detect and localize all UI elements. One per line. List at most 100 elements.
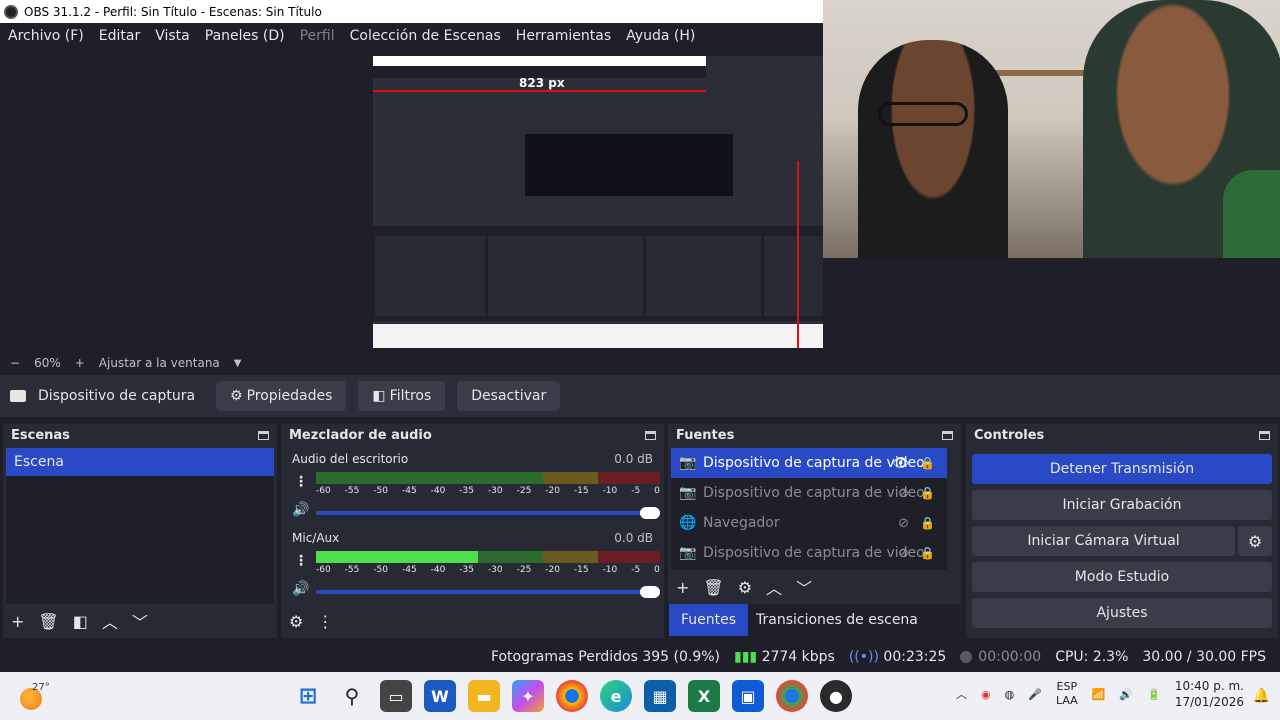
move-down-icon[interactable]: ﹀ (132, 609, 148, 633)
scene-filters-icon[interactable]: ◧ (73, 612, 88, 631)
camera-icon (10, 390, 26, 402)
volume-slider-handle[interactable] (640, 507, 660, 519)
channel-menu-icon[interactable]: ⋮ (294, 553, 308, 569)
lock-icon[interactable]: 🔒 (920, 516, 935, 530)
virtual-camera-settings-button[interactable]: ⚙ (1238, 526, 1272, 556)
scenes-dock-header: Escenas (3, 424, 277, 446)
obs-taskbar-icon[interactable]: ● (820, 680, 852, 712)
lock-icon[interactable]: 🔒 (920, 456, 935, 470)
add-scene-icon[interactable]: + (11, 612, 24, 631)
search-icon[interactable]: ⚲ (336, 680, 368, 712)
lock-icon[interactable]: 🔒 (920, 546, 935, 560)
copilot-icon[interactable]: ✦ (512, 680, 544, 712)
word-icon[interactable]: W (424, 680, 456, 712)
menu-vista[interactable]: Vista (155, 28, 197, 44)
lock-icon[interactable]: 🔒 (920, 486, 935, 500)
menu-editar[interactable]: Editar (99, 28, 147, 44)
notification-bell-icon[interactable]: 🔔 (1253, 688, 1270, 704)
broadcast-icon: ((•)) (848, 649, 879, 665)
app-icon[interactable]: ▣ (732, 680, 764, 712)
volume-slider-handle[interactable] (640, 586, 660, 598)
undock-icon[interactable] (942, 430, 953, 440)
preview-canvas[interactable]: 823 px (373, 56, 891, 348)
file-explorer-icon[interactable]: ▬ (468, 680, 500, 712)
edge-icon[interactable]: e (600, 680, 632, 712)
meter-scale: -60 -55 -50 -45 -40 -35 -30 -25 -20 -15 -10 -5 0 (316, 486, 660, 496)
record-dot-icon (960, 651, 973, 663)
source-item[interactable]: 📷 Dispositivo de captura de video ⊘ 🔒 (671, 478, 947, 508)
source-item[interactable]: 📷 Dispositivo de captura de video ⊘ 🔒 (671, 538, 947, 568)
volume-slider[interactable] (316, 586, 660, 598)
advanced-audio-gear-icon[interactable]: ⚙ (289, 612, 303, 631)
source-item[interactable]: 📷 Dispositivo de captura de video 👁 🔒 (671, 448, 947, 478)
source-label: Dispositivo de captura de video (703, 455, 925, 471)
undock-icon[interactable] (645, 430, 656, 440)
store-icon[interactable]: ▦ (644, 680, 676, 712)
battery-icon[interactable]: 🔋 (1147, 688, 1161, 701)
fit-to-window-label[interactable]: Ajustar a la ventana (99, 356, 220, 370)
menu-archivo[interactable]: Archivo (F) (8, 28, 91, 44)
time: 10:40 p. m. (1174, 679, 1244, 693)
add-source-icon[interactable]: + (676, 578, 689, 597)
source-item[interactable]: 🌐 Navegador ⊘ 🔒 (671, 508, 947, 538)
move-up-icon[interactable]: ︿ (766, 575, 782, 599)
volume-icon[interactable]: 🔊 (1119, 688, 1133, 701)
speaker-icon[interactable]: 🔊 (292, 581, 309, 597)
undock-icon[interactable] (258, 430, 269, 440)
properties-button[interactable]: ⚙ Propiedades (216, 381, 347, 411)
filter-icon: ◧ (372, 388, 386, 404)
start-recording-button[interactable]: Iniciar Grabación (972, 490, 1272, 520)
move-down-icon[interactable]: ﹀ (796, 575, 812, 599)
hidden-eye-icon[interactable]: ⊘ (898, 486, 909, 501)
menu-herramientas[interactable]: Herramientas (516, 28, 618, 44)
tray-app-icon[interactable]: ◉ (981, 688, 991, 701)
filters-button[interactable]: ◧ Filtros (358, 381, 446, 411)
wifi-icon[interactable]: 📶 (1092, 688, 1106, 701)
menu-coleccion-escenas[interactable]: Colección de Escenas (350, 28, 508, 44)
zoom-in-button[interactable]: + (75, 356, 85, 370)
deactivate-button[interactable]: Desactivar (457, 381, 561, 411)
menu-ayuda[interactable]: Ayuda (H) (626, 28, 702, 44)
windows-start-icon[interactable]: ⊞ (292, 680, 324, 712)
tray-overflow-icon[interactable]: ︿ (956, 686, 967, 702)
tab-sources[interactable]: Fuentes (669, 604, 749, 636)
visibility-eye-icon[interactable]: 👁 (892, 456, 909, 471)
excel-icon[interactable]: X (688, 680, 720, 712)
input-language[interactable]: ESP LAA (1056, 680, 1078, 708)
start-virtual-camera-button[interactable]: Iniciar Cámara Virtual (972, 526, 1235, 556)
chrome-profile-icon[interactable] (776, 680, 808, 712)
move-up-icon[interactable]: ︿ (102, 609, 118, 633)
mixer-menu-icon[interactable]: ⋮ (317, 612, 333, 631)
volume-slider[interactable] (316, 507, 660, 519)
chrome-icon[interactable] (556, 680, 588, 712)
title-bar: OBS 31.1.2 - Perfil: Sin Título - Escena… (0, 0, 823, 23)
task-view-icon[interactable]: ▭ (380, 680, 412, 712)
undock-icon[interactable] (1259, 430, 1270, 440)
sources-toolbar: + 🗑 ⚙ ︿ ﹀ (668, 570, 961, 604)
zoom-value: 60% (34, 356, 61, 370)
stop-stream-button[interactable]: Detener Transmisión (972, 454, 1272, 484)
remove-source-icon[interactable]: 🗑 (703, 578, 723, 597)
tray-network-app-icon[interactable]: ◍ (1005, 688, 1015, 701)
speaker-icon[interactable]: 🔊 (292, 502, 309, 518)
menu-paneles[interactable]: Paneles (D) (205, 28, 292, 44)
clock[interactable]: 10:40 p. m. 17/01/2026 (1175, 678, 1244, 710)
taskbar-apps: ⊞ ⚲ ▭ W ▬ ✦ e ▦ X ▣ ● (292, 680, 852, 712)
microphone-icon[interactable]: 🎤 (1028, 688, 1042, 701)
mixer-dock-header: Mezclador de audio (281, 424, 664, 446)
source-properties-gear-icon[interactable]: ⚙ (738, 578, 752, 597)
webcam-video-feed[interactable] (823, 0, 1280, 258)
scene-item[interactable]: Escena (6, 448, 274, 476)
audio-mixer-dock: Mezclador de audio Audio del escritorio … (281, 424, 664, 638)
remove-scene-icon[interactable]: 🗑 (38, 612, 58, 631)
hidden-eye-icon[interactable]: ⊘ (898, 546, 909, 561)
zoom-dropdown-icon[interactable]: ▼ (234, 358, 242, 369)
studio-mode-button[interactable]: Modo Estudio (972, 562, 1272, 592)
channel-menu-icon[interactable]: ⋮ (294, 474, 308, 490)
hidden-eye-icon[interactable]: ⊘ (898, 516, 909, 531)
scenes-dock: Escenas Escena + 🗑 ◧ ︿ ﹀ (3, 424, 277, 638)
tab-scene-transitions[interactable]: Transiciones de escena (744, 604, 930, 636)
menu-perfil[interactable]: Perfil (300, 28, 342, 44)
zoom-out-button[interactable]: − (10, 356, 20, 370)
settings-button[interactable]: Ajustes (972, 598, 1272, 628)
